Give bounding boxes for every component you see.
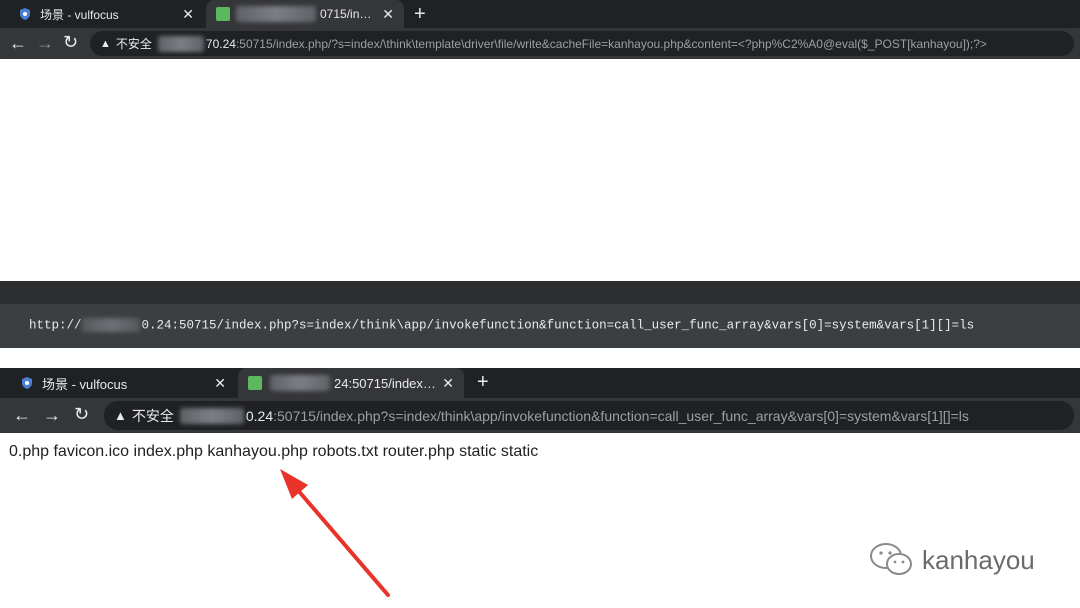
top-tab-strip: 场景 - vulfocus ✕ 0715/index.php ✕ + [0, 0, 1080, 28]
bottom-tab-indexphp[interactable]: 24:50715/index.php ✕ [238, 368, 464, 398]
warning-icon: ▲ [114, 408, 127, 423]
close-icon[interactable]: ✕ [382, 7, 394, 21]
close-icon[interactable]: ✕ [214, 376, 226, 390]
bottom-tab-strip: 场景 - vulfocus ✕ 24:50715/index.php ✕ + [0, 368, 1080, 398]
site-favicon-icon [216, 7, 230, 21]
code-url-prefix: http:// [29, 318, 82, 333]
redacted-host [81, 318, 140, 332]
tab-title: 0715/index.php [320, 7, 376, 21]
address-host: 70.24 [205, 36, 236, 51]
bottom-tab-vulfocus[interactable]: 场景 - vulfocus ✕ [10, 368, 236, 398]
back-button[interactable]: ← [9, 34, 27, 52]
top-tab-indexphp[interactable]: 0715/index.php ✕ [206, 0, 404, 28]
code-url: http:// 0.24:50715/index.php?s=index/thin… [29, 318, 974, 332]
shield-icon [20, 8, 30, 20]
close-icon[interactable]: ✕ [182, 7, 194, 21]
address-path: :50715/index.php/?s=index/\think\templat… [235, 36, 987, 51]
address-bar[interactable]: ▲ 不安全 0.24 :50715/index.php?s=index/thin… [104, 401, 1074, 430]
warning-icon: ▲ [100, 37, 111, 50]
code-block: http:// 0.24:50715/index.php?s=index/thin… [0, 304, 1080, 348]
separator-strip [0, 348, 1080, 368]
address-path: :50715/index.php?s=index/think\app/invok… [273, 407, 969, 424]
close-icon[interactable]: ✕ [442, 376, 454, 390]
separator-strip [0, 281, 1080, 304]
tab-title: 场景 - vulfocus [40, 7, 119, 22]
top-page-body [0, 59, 1080, 281]
insecure-label: 不安全 [131, 407, 174, 424]
command-output: 0.php favicon.ico index.php kanhayou.php… [9, 443, 539, 460]
tab-title: 24:50715/index.php [334, 375, 436, 391]
forward-button[interactable]: → [36, 34, 54, 52]
top-toolbar: ← → ↻ ▲ 不安全 70.24 :50715/index.php/?s=in… [0, 28, 1080, 59]
wechat-icon [870, 543, 912, 575]
new-tab-button[interactable]: + [477, 372, 489, 392]
address-bar[interactable]: ▲ 不安全 70.24 :50715/index.php/?s=index/\t… [90, 31, 1074, 56]
bottom-page-body: 0.php favicon.ico index.php kanhayou.php… [0, 433, 1080, 608]
top-tab-vulfocus[interactable]: 场景 - vulfocus ✕ [8, 0, 204, 28]
back-button[interactable]: ← [13, 406, 31, 424]
reload-button[interactable]: ↻ [63, 33, 78, 51]
shield-icon [22, 377, 32, 389]
redacted-host [270, 375, 330, 391]
redacted-host [179, 407, 244, 424]
red-arrow [280, 469, 390, 597]
watermark-text: kanhayou [922, 544, 1035, 575]
site-favicon-icon [248, 376, 262, 390]
address-host: 0.24 [245, 407, 274, 424]
new-tab-button[interactable]: + [414, 4, 426, 24]
insecure-label: 不安全 [115, 37, 152, 51]
redacted-host [157, 35, 204, 52]
bottom-toolbar: ← → ↻ ▲ 不安全 0.24 :50715/index.php?s=inde… [0, 398, 1080, 433]
forward-button[interactable]: → [43, 406, 61, 424]
watermark: kanhayou [868, 541, 1035, 579]
redacted-host [236, 6, 316, 22]
tab-title: 场景 - vulfocus [42, 376, 128, 392]
reload-button[interactable]: ↻ [74, 405, 89, 423]
code-url-rest: 0.24:50715/index.php?s=index/think\app/i… [141, 318, 975, 333]
